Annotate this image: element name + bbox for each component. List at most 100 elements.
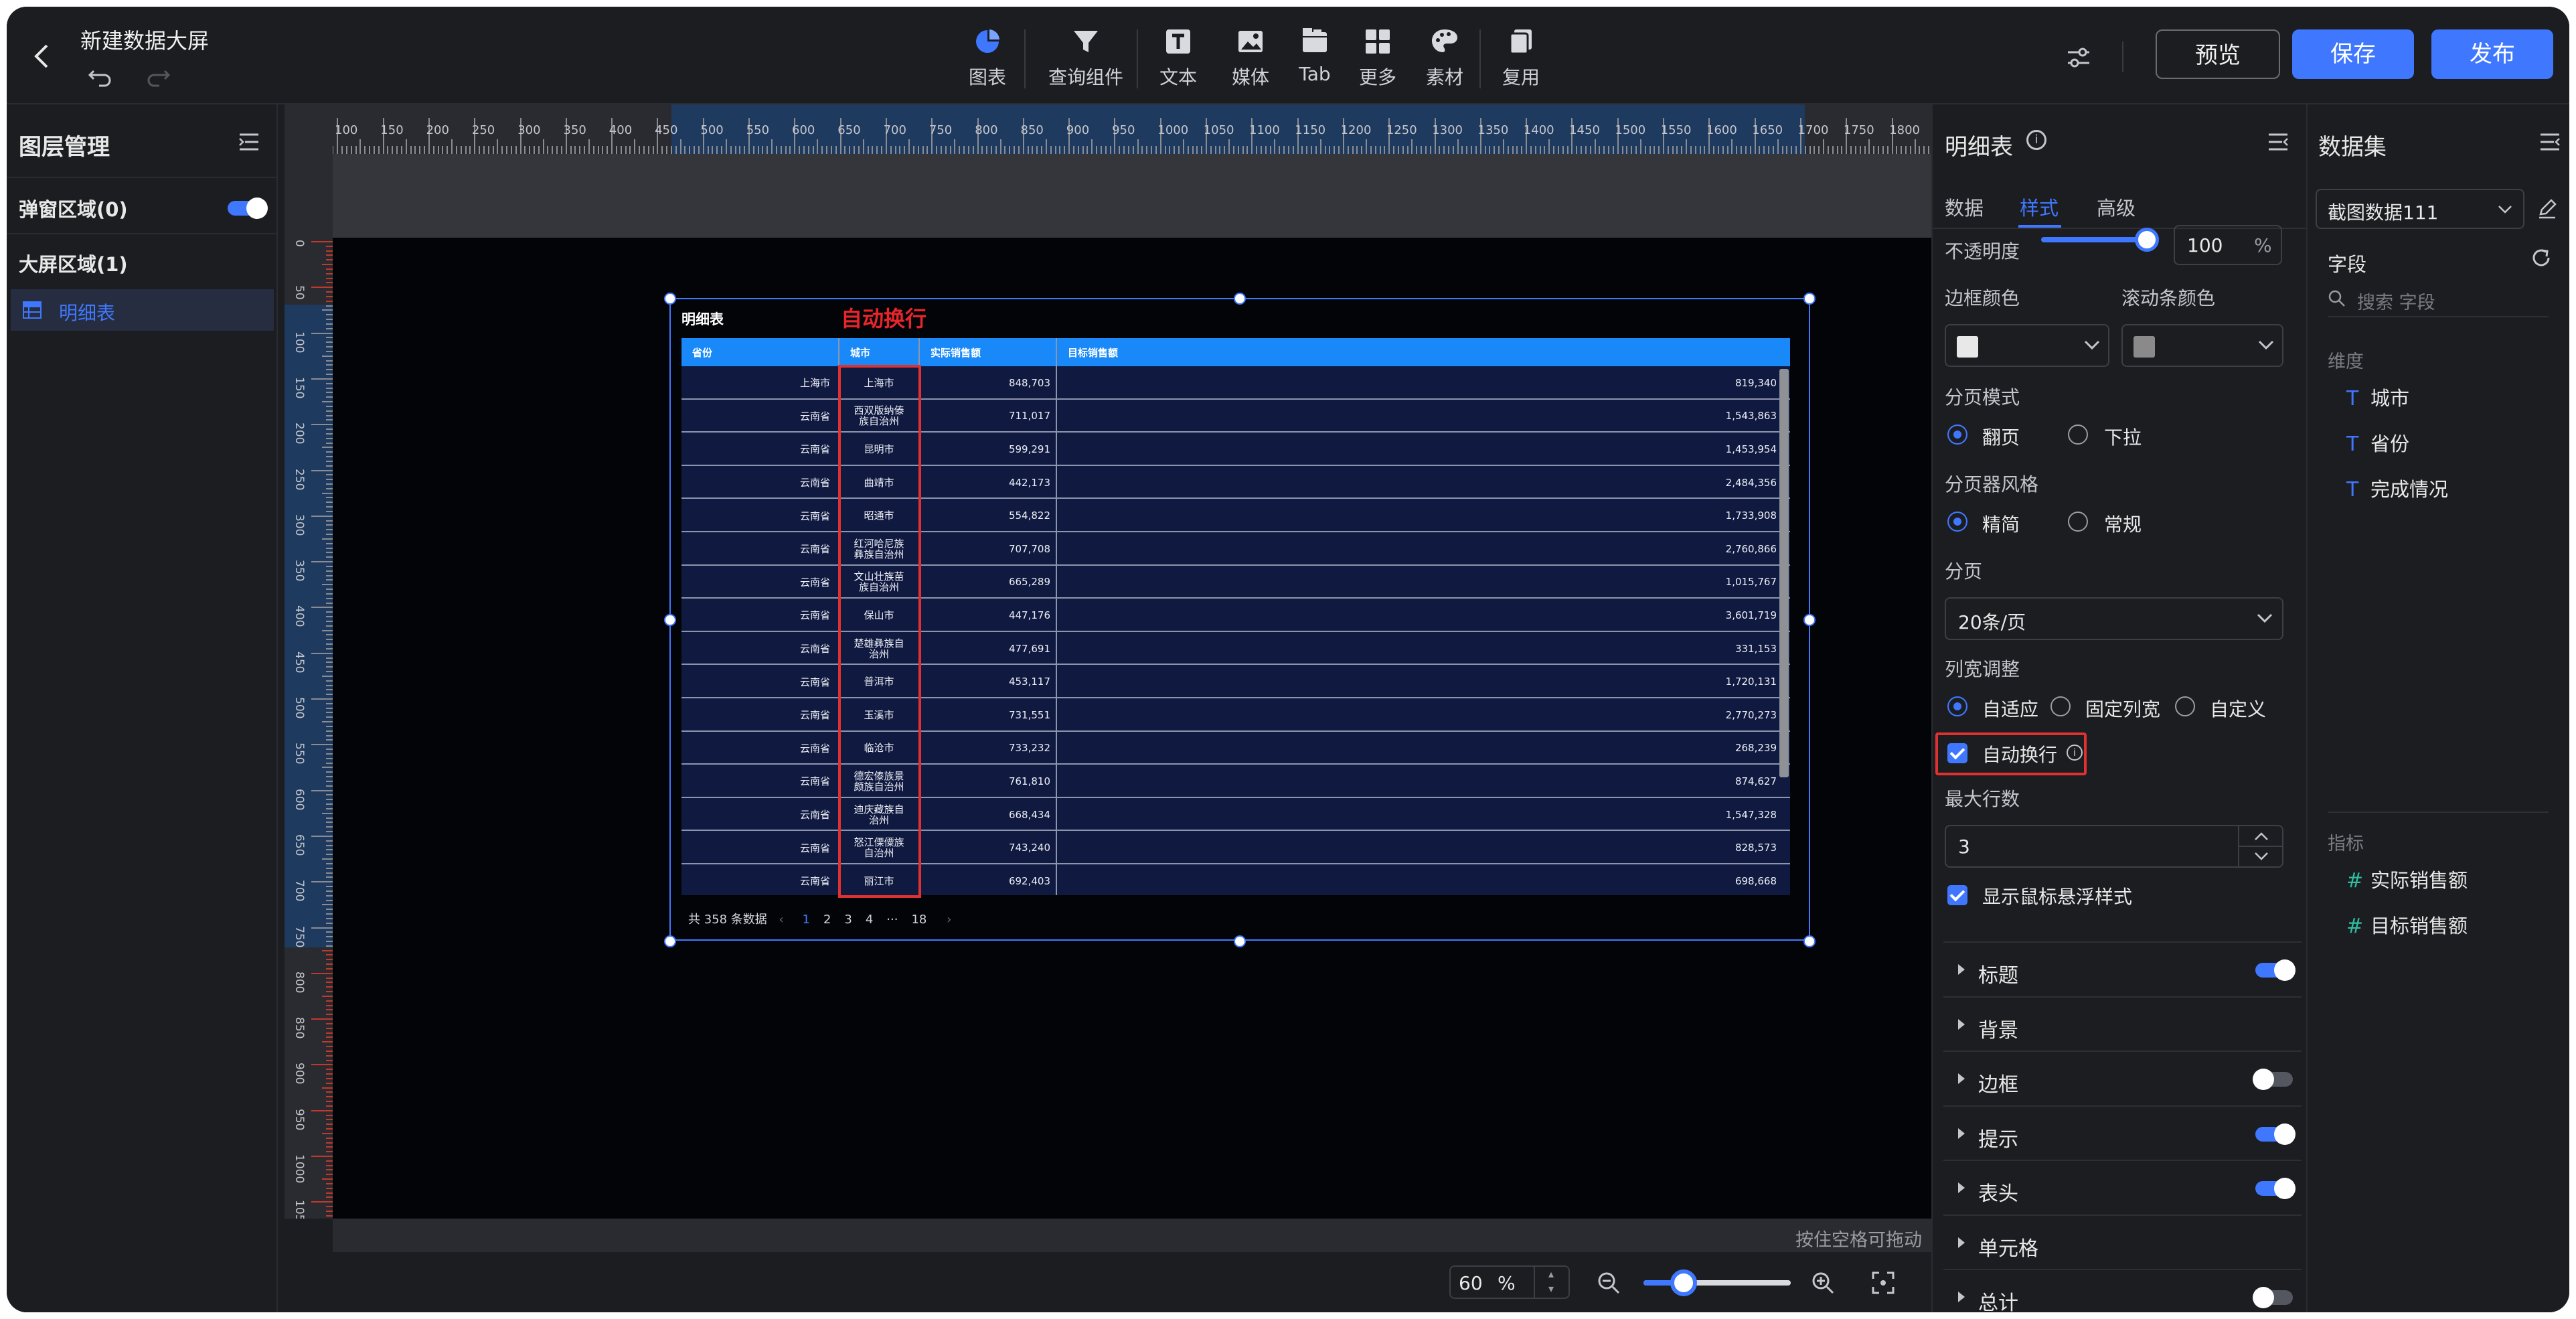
resize-handle[interactable]: [1803, 935, 1816, 947]
radio-fixed-width[interactable]: [2050, 696, 2071, 716]
radio-compact[interactable]: [1947, 512, 1967, 532]
chevron-up-icon[interactable]: [2254, 832, 2269, 841]
column-header[interactable]: 城市: [850, 338, 870, 366]
zoom-input[interactable]: 60 % ▴ ▾: [1449, 1265, 1570, 1299]
toolbar-text[interactable]: 文本: [1145, 25, 1212, 90]
section-6[interactable]: 总计: [1943, 1269, 2302, 1312]
save-button[interactable]: 保存: [2292, 29, 2414, 79]
zoom-out-icon[interactable]: [1597, 1271, 1621, 1298]
toolbar-more[interactable]: 更多: [1344, 25, 1411, 90]
section-toggle[interactable]: [2255, 1123, 2296, 1145]
layer-item-table[interactable]: 明细表: [11, 289, 274, 331]
field-search[interactable]: 搜索 字段: [2328, 283, 2549, 317]
page-size-select[interactable]: 20条/页: [1945, 597, 2283, 640]
refresh-icon[interactable]: [2530, 246, 2553, 272]
toolbar-query[interactable]: 查询组件: [1046, 25, 1126, 90]
section-5[interactable]: 单元格: [1943, 1214, 2302, 1268]
section-toggle[interactable]: [2255, 959, 2296, 981]
preview-button[interactable]: 预览: [2156, 29, 2280, 79]
section-0[interactable]: 标题: [1943, 941, 2302, 995]
ruler-tick: [326, 556, 333, 558]
dimension-field[interactable]: T 省份: [2346, 429, 2409, 457]
scrollbar-color-picker[interactable]: [2121, 324, 2283, 367]
toolbar-tab[interactable]: Tab: [1281, 25, 1348, 85]
zoom-slider-thumb[interactable]: [1670, 1269, 1697, 1296]
ruler-tick: [684, 146, 686, 154]
pager-page[interactable]: 4: [866, 913, 873, 927]
ruler-tick: [311, 744, 333, 746]
hover-style-checkbox[interactable]: [1947, 885, 1967, 905]
measure-field[interactable]: # 目标销售额: [2346, 911, 2468, 939]
section-toggle[interactable]: [2253, 1069, 2293, 1090]
collapse-panel-icon[interactable]: [2539, 133, 2561, 151]
radio-auto-fit[interactable]: [1947, 696, 1967, 716]
settings-sliders-icon[interactable]: [2065, 44, 2092, 71]
ruler-tick: [326, 529, 333, 531]
toolbar-chart[interactable]: 图表: [947, 25, 1028, 90]
section-toggle[interactable]: [2253, 1287, 2293, 1308]
ruler-tick: [378, 146, 380, 154]
tab-style[interactable]: 样式: [2020, 193, 2059, 221]
pager-prev-icon[interactable]: ‹: [779, 913, 784, 927]
resize-handle[interactable]: [664, 293, 676, 305]
resize-handle[interactable]: [664, 935, 676, 947]
column-header[interactable]: 目标销售额: [1068, 338, 1118, 366]
zoom-slider[interactable]: [1643, 1269, 1791, 1296]
toolbar-reuse[interactable]: 复用: [1487, 25, 1554, 90]
measure-field[interactable]: # 实际销售额: [2346, 865, 2468, 893]
zoom-stepper[interactable]: ▴ ▾: [1534, 1267, 1567, 1298]
auto-wrap-checkbox[interactable]: [1947, 743, 1967, 763]
radio-pull-down[interactable]: [2068, 424, 2088, 445]
pager-next-icon[interactable]: ›: [947, 913, 951, 927]
resize-handle[interactable]: [1234, 293, 1246, 305]
section-2[interactable]: 边框: [1943, 1051, 2302, 1104]
redo-icon[interactable]: [145, 62, 171, 88]
pager-page[interactable]: 1: [802, 913, 809, 927]
pager-page[interactable]: ···: [886, 913, 898, 927]
pager-page[interactable]: 3: [844, 913, 852, 927]
zoom-in-icon[interactable]: [1811, 1271, 1835, 1298]
popup-section-label: 弹窗区域(0): [19, 198, 128, 221]
opacity-input[interactable]: 100 %: [2174, 225, 2282, 265]
toolbar-assets[interactable]: 素材: [1411, 25, 1478, 90]
back-icon[interactable]: [32, 43, 52, 68]
dataset-select[interactable]: 截图数据111: [2316, 189, 2524, 229]
chevron-down-icon[interactable]: [2254, 852, 2269, 861]
collapse-panel-icon[interactable]: [238, 133, 260, 151]
radio-regular[interactable]: [2068, 512, 2088, 532]
section-toggle[interactable]: [2255, 1178, 2296, 1199]
toolbar-media[interactable]: 媒体: [1217, 25, 1284, 90]
tab-advanced[interactable]: 高级: [2097, 193, 2136, 221]
table-widget[interactable]: 明细表 自动换行 省份 城市 实际销售额 目标销售额 上海市 上海市 848,7…: [664, 293, 1816, 947]
opacity-slider[interactable]: [2041, 228, 2159, 252]
resize-handle[interactable]: [1803, 614, 1816, 626]
tab-data[interactable]: 数据: [1945, 193, 1984, 221]
pager-page[interactable]: 18: [911, 913, 927, 927]
max-rows-input[interactable]: 3: [1945, 825, 2283, 868]
resize-handle[interactable]: [1803, 293, 1816, 305]
number-stepper[interactable]: [2238, 826, 2283, 866]
resize-handle[interactable]: [1234, 935, 1246, 947]
opacity-slider-thumb[interactable]: [2135, 228, 2159, 252]
collapse-panel-icon[interactable]: [2267, 133, 2289, 151]
edit-icon[interactable]: [2537, 198, 2558, 222]
column-header[interactable]: 省份: [692, 338, 712, 366]
dimension-field[interactable]: T 城市: [2346, 383, 2409, 411]
fit-screen-icon[interactable]: [1871, 1271, 1895, 1298]
column-header[interactable]: 实际销售额: [931, 338, 981, 366]
radio-custom-width[interactable]: [2175, 696, 2195, 716]
undo-icon[interactable]: [87, 62, 114, 88]
dimension-field[interactable]: T 完成情况: [2346, 474, 2448, 502]
ruler-label: 950: [1112, 123, 1135, 137]
radio-flip-page[interactable]: [1947, 424, 1967, 445]
info-icon[interactable]: i: [2067, 745, 2083, 761]
table-scrollbar[interactable]: [1779, 369, 1789, 777]
section-4[interactable]: 表头: [1943, 1160, 2302, 1213]
border-color-picker[interactable]: [1945, 324, 2109, 367]
pager-page[interactable]: 2: [823, 913, 831, 927]
popup-section-toggle[interactable]: [228, 198, 268, 219]
section-3[interactable]: 提示: [1943, 1105, 2302, 1159]
resize-handle[interactable]: [664, 614, 676, 626]
section-1[interactable]: 背景: [1943, 996, 2302, 1050]
publish-button[interactable]: 发布: [2431, 29, 2553, 79]
